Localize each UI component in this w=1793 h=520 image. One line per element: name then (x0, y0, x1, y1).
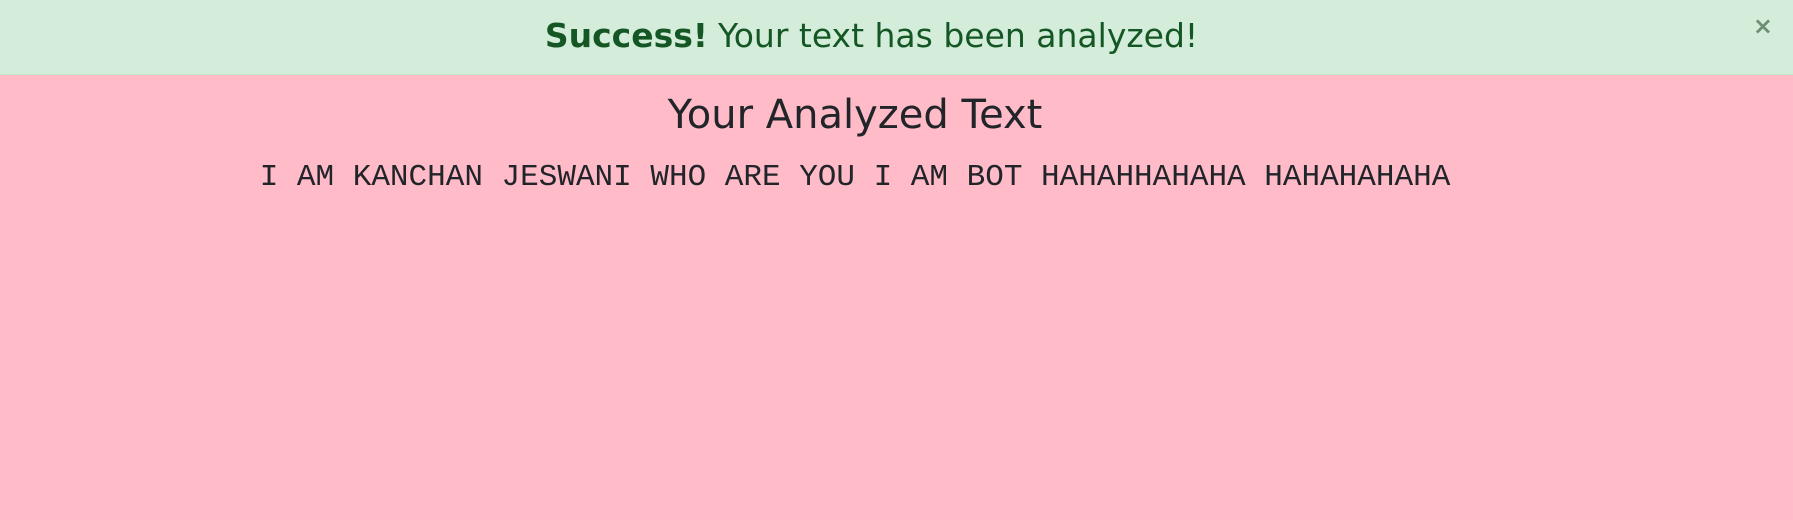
analyzed-text: I AM KANCHAN JESWANI WHO ARE YOU I AM BO… (259, 160, 1451, 195)
alert-strong-label: Success! (544, 15, 708, 55)
alert-message: Your text has been analyzed! (717, 15, 1199, 55)
close-icon[interactable]: × (1749, 10, 1777, 42)
success-alert: Success! Your text has been analyzed! × (0, 0, 1793, 75)
alert-text: Success! Your text has been analyzed! (545, 16, 1198, 55)
page-title: Your Analyzed Text (667, 92, 1043, 138)
